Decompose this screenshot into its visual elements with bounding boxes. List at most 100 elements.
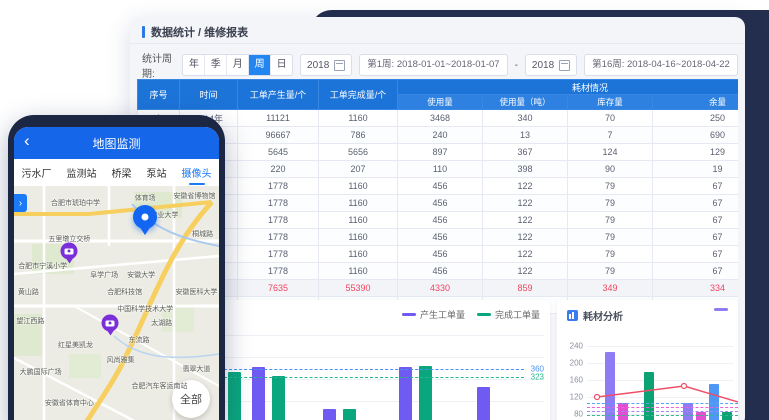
map-label: 合肥市琥珀中学 bbox=[51, 198, 100, 208]
cell-value: 1778 bbox=[238, 246, 319, 263]
period-segmented-control: 年季月周日 bbox=[182, 54, 293, 76]
cell-value: 67 bbox=[653, 195, 739, 212]
sub-column-header: 使用量（吨） bbox=[483, 95, 568, 110]
phone-tab-泵站[interactable]: 泵站 bbox=[147, 162, 167, 183]
gridline bbox=[224, 357, 544, 358]
start-week-input[interactable]: 第1周: 2018-01-01~2018-01-07 bbox=[359, 54, 507, 76]
reference-line bbox=[224, 369, 524, 370]
reference-line bbox=[224, 377, 524, 378]
map-label: 红星美凯龙 bbox=[58, 340, 93, 350]
cell-value: 456 bbox=[398, 212, 483, 229]
table-row: 177811604561227967 bbox=[138, 195, 739, 212]
period-option-日[interactable]: 日 bbox=[271, 55, 292, 75]
end-year-select[interactable]: 2018 bbox=[525, 54, 577, 76]
cell-value: 1160 bbox=[319, 263, 398, 280]
sub-column-header: 余量 bbox=[653, 95, 739, 110]
map-label: 安徽医科大学 bbox=[175, 287, 217, 297]
cell-value: 1778 bbox=[238, 178, 319, 195]
cell-value: 122 bbox=[483, 212, 568, 229]
phone-tab-监测站[interactable]: 监测站 bbox=[67, 162, 97, 183]
cell-value: 690 bbox=[653, 127, 739, 144]
start-year-value: 2018 bbox=[307, 60, 329, 71]
cell-value: 79 bbox=[568, 212, 653, 229]
filter-bar: 统计周期: 年季月周日 2018 第1周: 2018-01-01~2018-01… bbox=[142, 50, 745, 80]
cell-value: 1778 bbox=[238, 195, 319, 212]
end-year-value: 2018 bbox=[532, 60, 554, 71]
cell-value: 1160 bbox=[319, 229, 398, 246]
period-option-季[interactable]: 季 bbox=[205, 55, 227, 75]
bar-完成工单量 bbox=[228, 372, 241, 420]
back-icon[interactable]: ‹ bbox=[24, 131, 30, 151]
map-label: 风尚雅集 bbox=[107, 355, 135, 365]
map-label: 安徽大学 bbox=[127, 270, 155, 280]
camera-icon bbox=[65, 248, 74, 254]
phone-tab-bar: 污水厂监测站桥梁泵站摄像头 bbox=[14, 159, 219, 187]
camera-icon bbox=[106, 320, 115, 326]
period-option-月[interactable]: 月 bbox=[227, 55, 249, 75]
summary-value: 859 bbox=[483, 280, 568, 297]
map-label: 安徽省博物馆 bbox=[173, 191, 215, 201]
phone-header: ‹ 地图监测 bbox=[14, 127, 219, 159]
cell-value: 124 bbox=[568, 144, 653, 161]
column-header: 时间 bbox=[180, 80, 238, 110]
bar-完成工单量 bbox=[272, 376, 285, 420]
cell-value: 122 bbox=[483, 178, 568, 195]
cell-value: 1160 bbox=[319, 212, 398, 229]
cell-value: 240 bbox=[398, 127, 483, 144]
phone-tab-摄像头[interactable]: 摄像头 bbox=[182, 162, 212, 183]
map-label: 体育场 bbox=[135, 193, 156, 203]
cell-value: 67 bbox=[653, 263, 739, 280]
summary-value: 4330 bbox=[398, 280, 483, 297]
group-header: 耗材情况 bbox=[398, 80, 739, 95]
cell-value: 90 bbox=[568, 161, 653, 178]
breadcrumb: 数据统计 / 维修报表 bbox=[142, 24, 248, 40]
cell-value: 7 bbox=[568, 127, 653, 144]
camera-pin[interactable] bbox=[61, 243, 78, 260]
cell-value: 207 bbox=[319, 161, 398, 178]
cell-value: 1778 bbox=[238, 229, 319, 246]
cell-value: 96667 bbox=[238, 127, 319, 144]
cell-value: 456 bbox=[398, 246, 483, 263]
cell-value: 79 bbox=[568, 195, 653, 212]
period-option-周[interactable]: 周 bbox=[249, 55, 271, 75]
calendar-icon bbox=[559, 60, 570, 71]
phone-tab-污水厂[interactable]: 污水厂 bbox=[22, 162, 52, 183]
map-view[interactable]: › 全部 合肥市琥珀中学体育场安徽农业大学安徽省博物馆五里墩立交桥桐城路合肥市宁… bbox=[14, 186, 219, 420]
table-row: 2202071103989019 bbox=[138, 161, 739, 178]
period-option-年[interactable]: 年 bbox=[183, 55, 205, 75]
summary-value: 7635 bbox=[238, 280, 319, 297]
phone-tab-桥梁[interactable]: 桥梁 bbox=[112, 162, 132, 183]
selected-camera-pin[interactable] bbox=[133, 205, 157, 229]
table-row: 177811604561227967 bbox=[138, 246, 739, 263]
calendar-icon bbox=[334, 60, 345, 71]
column-header: 序号 bbox=[138, 80, 180, 110]
cell-value: 456 bbox=[398, 195, 483, 212]
divider bbox=[130, 43, 745, 44]
sub-column-header: 使用量 bbox=[398, 95, 483, 110]
cell-value: 67 bbox=[653, 229, 739, 246]
header-row: 序号时间工单产生量/个工单完成量/个耗材情况 bbox=[138, 80, 739, 95]
bar-产生工单量 bbox=[399, 367, 412, 420]
bar-产生工单量 bbox=[323, 409, 336, 420]
map-label: 桐城路 bbox=[192, 229, 213, 239]
page-background: 数据统计 / 维修报表 统计周期: 年季月周日 2018 第1周: 2018-0… bbox=[0, 0, 769, 420]
gridline bbox=[224, 335, 544, 336]
map-expand-button[interactable]: › bbox=[14, 194, 27, 212]
cell-value: 122 bbox=[483, 195, 568, 212]
cell-value: 67 bbox=[653, 246, 739, 263]
cell-value: 340 bbox=[483, 110, 568, 127]
cell-value: 897 bbox=[398, 144, 483, 161]
camera-pin[interactable] bbox=[102, 315, 119, 332]
cell-value: 456 bbox=[398, 178, 483, 195]
cell-value: 122 bbox=[483, 229, 568, 246]
workorder-chart-card: 产生工单量完成工单量 360323 bbox=[218, 300, 550, 420]
cell-value: 79 bbox=[568, 263, 653, 280]
end-week-input[interactable]: 第16周: 2018-04-16~2018-04-22 bbox=[584, 54, 738, 76]
start-year-select[interactable]: 2018 bbox=[300, 54, 352, 76]
cell-value: 19 bbox=[653, 161, 739, 178]
map-label: 望江西路 bbox=[16, 316, 44, 326]
cell-value: 250 bbox=[653, 110, 739, 127]
cell-value: 398 bbox=[483, 161, 568, 178]
report-table: 序号时间工单产生量/个工单完成量/个耗材情况使用量使用量（吨）库存量余量1201… bbox=[137, 79, 738, 314]
bar-产生工单量 bbox=[252, 367, 265, 420]
